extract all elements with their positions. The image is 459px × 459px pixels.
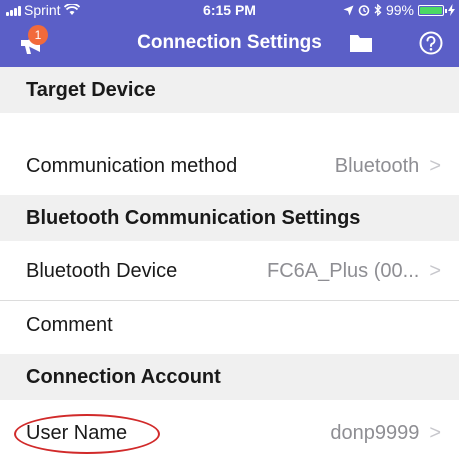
row-divider xyxy=(0,300,459,301)
section-title: Target Device xyxy=(26,78,156,101)
section-header-target-device: Target Device xyxy=(0,67,459,113)
comment-label: Comment xyxy=(26,313,113,336)
user-name-value: donp9999 xyxy=(330,421,420,444)
communication-method-row[interactable]: Communication method Bluetooth > xyxy=(0,143,459,189)
section-title: Bluetooth Communication Settings xyxy=(26,206,361,229)
bluetooth-device-label: Bluetooth Device xyxy=(26,259,178,282)
communication-method-value: Bluetooth xyxy=(334,154,420,177)
battery-percent: 99% xyxy=(385,2,414,18)
section-header-bluetooth-settings: Bluetooth Communication Settings xyxy=(0,195,459,241)
section-title: Connection Account xyxy=(26,365,221,388)
red-circle-annotation xyxy=(14,414,160,454)
navigation-bar: 1 Connection Settings xyxy=(0,21,459,67)
status-right: 99% xyxy=(343,2,455,18)
chevron-right-icon: > xyxy=(429,259,441,282)
location-icon xyxy=(343,5,354,15)
folder-icon[interactable] xyxy=(349,33,373,53)
comment-row[interactable]: Comment xyxy=(0,302,459,348)
alarm-icon xyxy=(358,5,370,16)
charging-icon xyxy=(448,4,455,16)
bluetooth-icon xyxy=(374,4,382,16)
bluetooth-device-value: FC6A_Plus (00... xyxy=(267,259,420,282)
page-title: Connection Settings xyxy=(137,32,322,53)
chevron-right-icon: > xyxy=(429,154,441,177)
chevron-right-icon: > xyxy=(429,421,441,444)
status-bar: Sprint 6:15 PM 99% xyxy=(0,0,459,21)
help-icon[interactable] xyxy=(419,31,443,55)
bluetooth-device-row[interactable]: Bluetooth Device FC6A_Plus (00... > xyxy=(0,248,459,294)
section-header-connection-account: Connection Account xyxy=(0,354,459,400)
battery-icon xyxy=(418,4,447,16)
communication-method-label: Communication method xyxy=(26,154,238,177)
